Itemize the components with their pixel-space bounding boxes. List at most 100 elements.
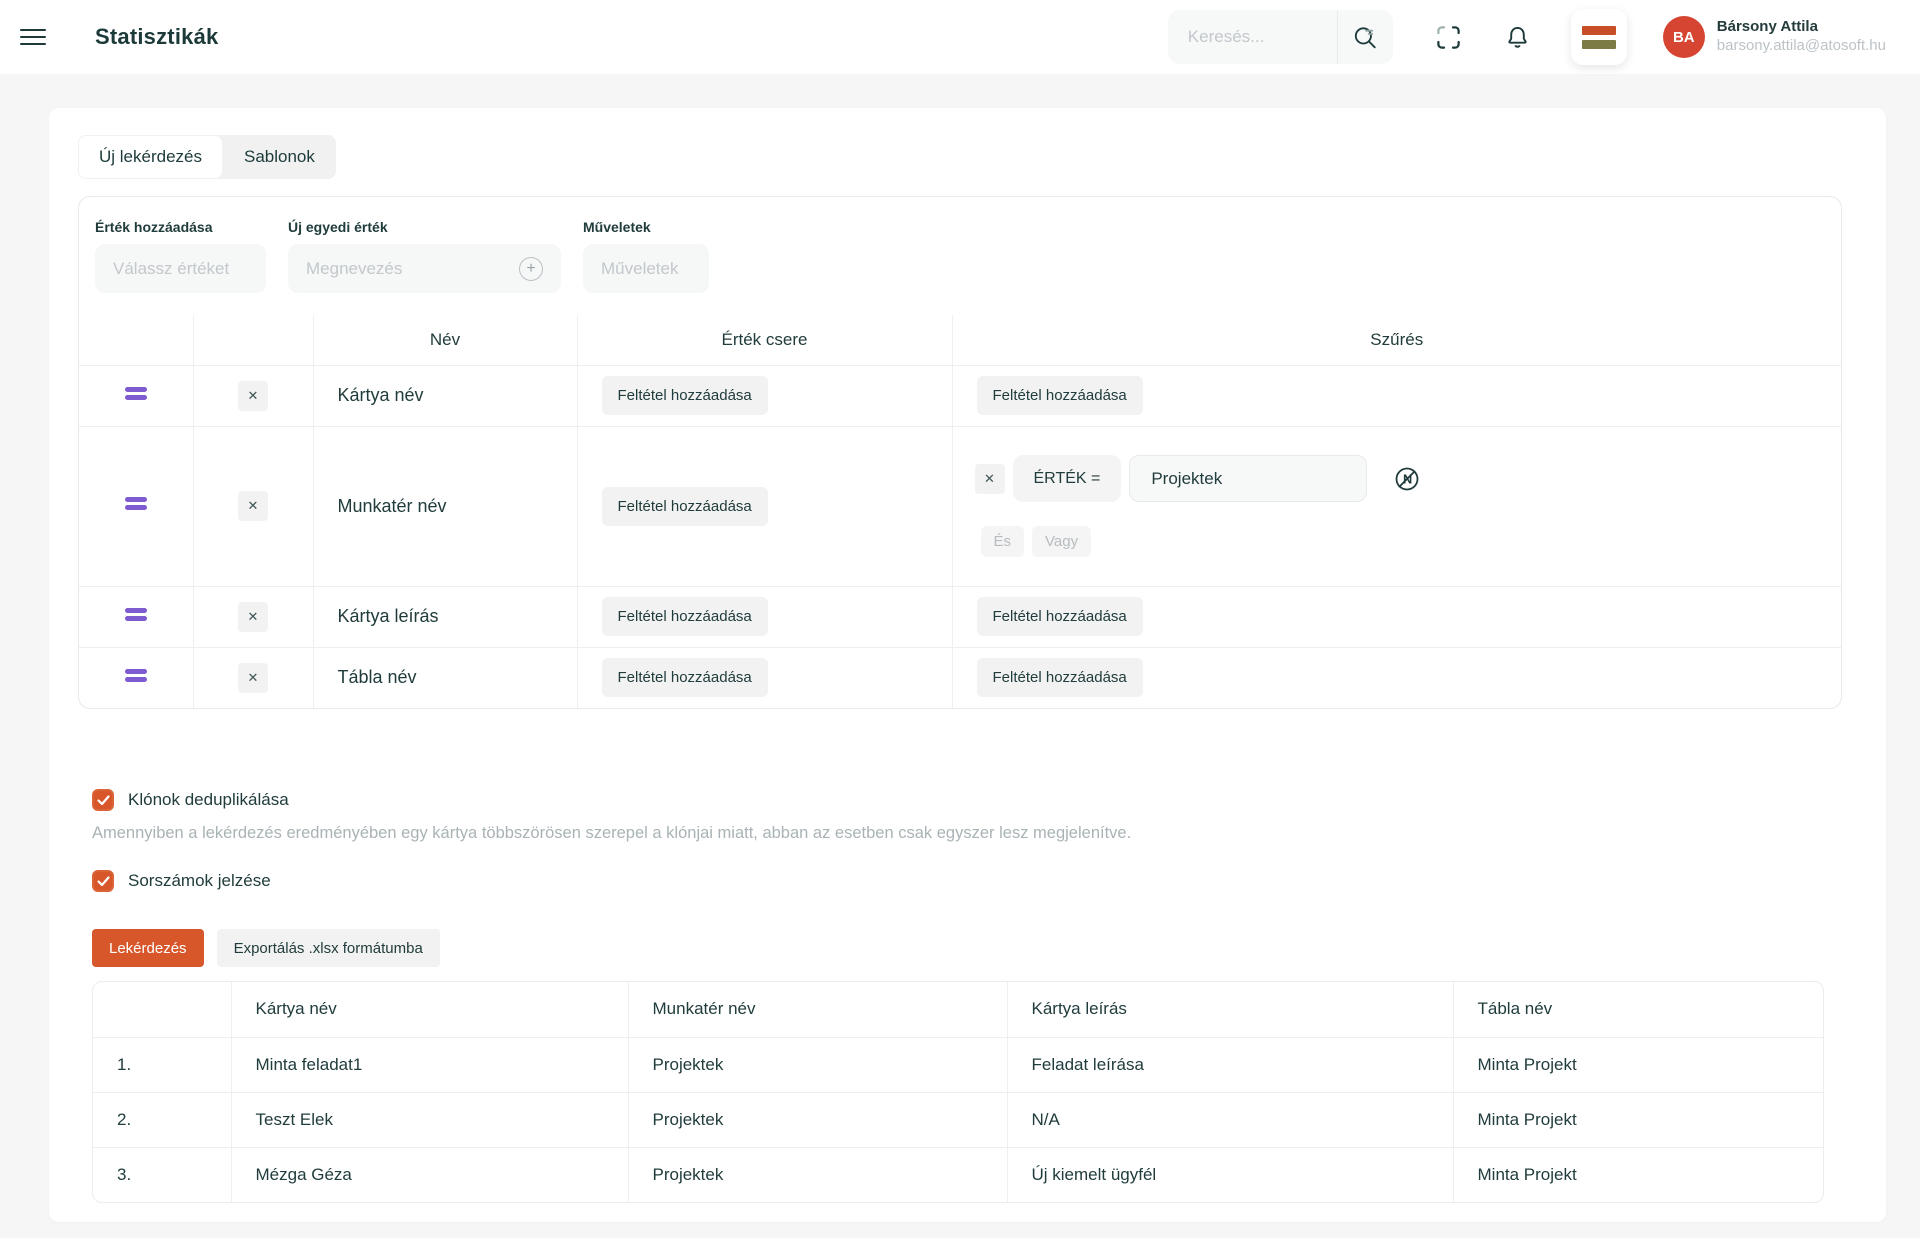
row-name: Munkatér név: [313, 426, 577, 586]
remove-row-button[interactable]: ✕: [238, 602, 268, 632]
drag-handle-icon[interactable]: [125, 384, 147, 403]
search-icon[interactable]: [1337, 10, 1393, 64]
operations-select[interactable]: Műveletek: [583, 244, 709, 293]
drag-handle-icon[interactable]: [125, 666, 147, 685]
filter-operator-select[interactable]: ÉRTÉK =: [1013, 455, 1122, 502]
results-row: 3. Mézga Géza Projektek Új kiemelt ügyfé…: [93, 1147, 1823, 1202]
avatar[interactable]: BA: [1663, 16, 1705, 58]
remove-row-button[interactable]: ✕: [238, 663, 268, 693]
active-filter: ✕ ÉRTÉK = Projektek N: [953, 455, 1842, 557]
add-value-group: Érték hozzáadása Válassz értéket: [95, 219, 266, 293]
add-filter-button[interactable]: Feltétel hozzáadása: [977, 597, 1143, 636]
notifications-bell-icon[interactable]: [1504, 24, 1531, 51]
search-placeholder: Keresés...: [1168, 27, 1337, 47]
app-header: Statisztikák Keresés...: [0, 0, 1920, 74]
result-table: Minta Projekt: [1453, 1147, 1823, 1202]
add-condition-button[interactable]: Feltétel hozzáadása: [602, 376, 768, 415]
add-condition-button[interactable]: Feltétel hozzáadása: [602, 597, 768, 636]
row-name: Tábla név: [313, 647, 577, 708]
result-number: 1.: [93, 1037, 231, 1092]
result-description: Feladat leírása: [1007, 1037, 1453, 1092]
results-header-card-name: Kártya név: [231, 982, 628, 1037]
remove-filter-button[interactable]: ✕: [975, 464, 1005, 494]
numbering-checkbox[interactable]: [92, 870, 114, 892]
results-row: 1. Minta feladat1 Projektek Feladat leír…: [93, 1037, 1823, 1092]
flag-red-stripe: [1582, 26, 1616, 35]
results-row: 2. Teszt Elek Projektek N/A Minta Projek…: [93, 1092, 1823, 1147]
query-builder-panel: Érték hozzáadása Válassz értéket Új egye…: [78, 196, 1842, 709]
user-email: barsony.attila@atosoft.hu: [1717, 37, 1886, 56]
result-table: Minta Projekt: [1453, 1037, 1823, 1092]
query-row-tabla-nev: ✕ Tábla név Feltétel hozzáadása Feltétel…: [79, 647, 1841, 708]
query-row-munkater-nev: ✕ Munkatér név Feltétel hozzáadása ✕ ÉRT…: [79, 426, 1841, 586]
run-query-button[interactable]: Lekérdezés: [92, 929, 204, 967]
tab-templates[interactable]: Sablonok: [223, 135, 336, 179]
or-button[interactable]: Vagy: [1032, 526, 1091, 557]
add-plus-icon[interactable]: +: [519, 257, 543, 281]
add-condition-button[interactable]: Feltétel hozzáadása: [602, 658, 768, 697]
value-select[interactable]: Válassz értéket: [95, 244, 266, 293]
query-tabs: Új lekérdezés Sablonok: [78, 135, 336, 179]
new-unique-value-label: Új egyedi érték: [288, 219, 561, 235]
statistics-card: Új lekérdezés Sablonok Érték hozzáadása …: [49, 108, 1886, 1222]
remove-row-button[interactable]: ✕: [238, 491, 268, 521]
flag-green-stripe: [1582, 40, 1616, 49]
dedupe-checkbox-row[interactable]: Klónok deduplikálása: [92, 789, 1842, 811]
results-header-table: Tábla név: [1453, 982, 1823, 1037]
page-title: Statisztikák: [95, 24, 218, 50]
hamburger-menu-icon[interactable]: [20, 24, 46, 50]
numbering-label: Sorszámok jelzése: [128, 871, 271, 891]
row-name: Kártya név: [313, 365, 577, 426]
dedupe-description: Amennyiben a lekérdezés eredményében egy…: [92, 824, 1592, 843]
fullscreen-icon[interactable]: [1435, 24, 1462, 51]
query-columns-table: Név Érték csere Szűrés ✕ Kártya név Felt…: [79, 315, 1841, 708]
result-description: Új kiemelt ügyfél: [1007, 1147, 1453, 1202]
result-description: N/A: [1007, 1092, 1453, 1147]
result-card-name: Minta feladat1: [231, 1037, 628, 1092]
dedupe-label: Klónok deduplikálása: [128, 790, 289, 810]
flag-white-stripe: [1582, 35, 1616, 40]
tab-new-query[interactable]: Új lekérdezés: [78, 135, 223, 179]
new-unique-value-placeholder: Megnevezés: [306, 259, 509, 279]
col-header-name: Név: [313, 315, 577, 365]
col-header-filter: Szűrés: [952, 315, 1841, 365]
svg-text:N: N: [1403, 471, 1412, 486]
search-input[interactable]: Keresés...: [1168, 10, 1393, 64]
drag-handle-icon[interactable]: [125, 605, 147, 624]
remove-row-button[interactable]: ✕: [238, 381, 268, 411]
row-name: Kártya leírás: [313, 586, 577, 647]
col-header-drag: [79, 315, 193, 365]
language-flag-hungary[interactable]: [1571, 9, 1627, 65]
result-number: 3.: [93, 1147, 231, 1202]
export-xlsx-button[interactable]: Exportálás .xlsx formátumba: [217, 929, 440, 967]
add-filter-button[interactable]: Feltétel hozzáadása: [977, 376, 1143, 415]
results-header-description: Kártya leírás: [1007, 982, 1453, 1037]
drag-handle-icon[interactable]: [125, 494, 147, 513]
user-menu[interactable]: BA Bársony Attila barsony.attila@atosoft…: [1663, 16, 1886, 58]
col-header-remove: [193, 315, 313, 365]
numbering-checkbox-row[interactable]: Sorszámok jelzése: [92, 870, 1842, 892]
and-button[interactable]: És: [981, 526, 1025, 557]
result-card-name: Teszt Elek: [231, 1092, 628, 1147]
negate-filter-icon[interactable]: N: [1393, 465, 1421, 493]
result-table: Minta Projekt: [1453, 1092, 1823, 1147]
value-select-placeholder: Válassz értéket: [113, 259, 229, 279]
results-table: Kártya név Munkatér név Kártya leírás Tá…: [93, 982, 1823, 1202]
new-unique-value-input[interactable]: Megnevezés +: [288, 244, 561, 293]
add-condition-button[interactable]: Feltétel hozzáadása: [602, 487, 768, 526]
col-header-value-swap: Érték csere: [577, 315, 952, 365]
filter-value-input[interactable]: Projektek: [1129, 455, 1367, 502]
query-row-kartya-nev: ✕ Kártya név Feltétel hozzáadása Feltéte…: [79, 365, 1841, 426]
result-workspace: Projektek: [628, 1037, 1007, 1092]
results-table-wrap: Kártya név Munkatér név Kártya leírás Tá…: [92, 981, 1824, 1203]
operations-group: Műveletek Műveletek: [583, 219, 709, 293]
add-filter-button[interactable]: Feltétel hozzáadása: [977, 658, 1143, 697]
result-workspace: Projektek: [628, 1092, 1007, 1147]
results-header-workspace: Munkatér név: [628, 982, 1007, 1037]
query-row-kartya-leiras: ✕ Kártya leírás Feltétel hozzáadása Felt…: [79, 586, 1841, 647]
result-workspace: Projektek: [628, 1147, 1007, 1202]
dedupe-checkbox[interactable]: [92, 789, 114, 811]
check-icon: [97, 795, 110, 806]
results-header-number: [93, 982, 231, 1037]
new-unique-value-group: Új egyedi érték Megnevezés +: [288, 219, 561, 293]
